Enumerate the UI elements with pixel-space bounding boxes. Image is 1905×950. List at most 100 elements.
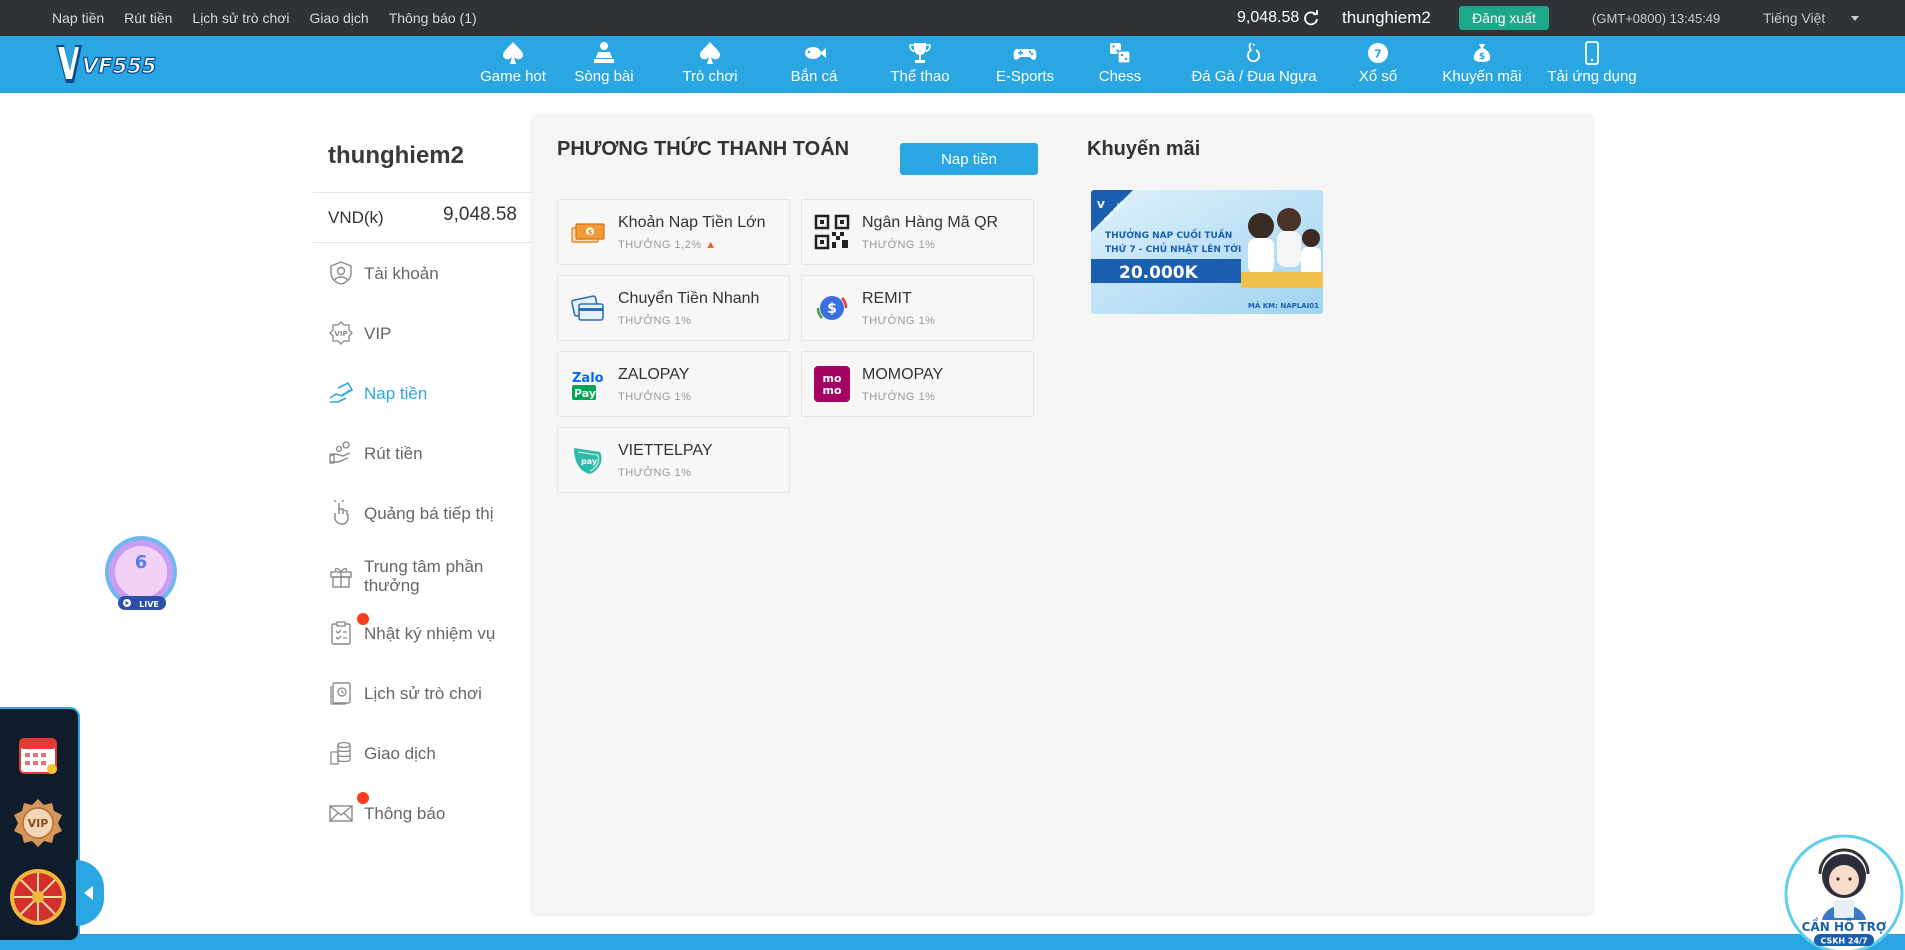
top-link-game-history[interactable]: Lịch sử trò chơi [192, 10, 289, 26]
nav-cockfight-horse[interactable]: Đá Gà / Đua Ngựa [1184, 36, 1324, 93]
phone-icon [1585, 41, 1599, 65]
svg-text:CSKH 24/7: CSKH 24/7 [1820, 937, 1867, 946]
payment-method-viettelpay[interactable]: pay VIETTELPAY THƯỞNG 1% [557, 427, 790, 493]
vip-medal-icon[interactable]: VIP [12, 797, 64, 853]
payment-method-qr-bank[interactable]: Ngân Hàng Mã QR THƯỞNG 1% [801, 199, 1034, 265]
svg-text:$: $ [1479, 52, 1485, 62]
main-nav: VF555 Game hot Sòng bài Trò chơi Bắn cá … [0, 36, 1905, 93]
mail-icon [329, 805, 353, 822]
payment-method-large-deposit[interactable]: $ Khoản Nap Tiền Lớn THƯỞNG 1,2% ▲ [557, 199, 790, 265]
top-link-notifications[interactable]: Thông báo (1) [389, 10, 477, 26]
vf555-logo[interactable]: VF555 [52, 41, 167, 87]
momo-logo-icon: mo mo [814, 366, 850, 402]
sidebar-item-deposit[interactable]: Nap tiền [328, 380, 528, 406]
nav-download-app[interactable]: Tải ứng dụng [1542, 36, 1642, 93]
svg-text:LIVE: LIVE [139, 600, 159, 609]
nav-promotions[interactable]: $ Khuyến mãi [1440, 36, 1524, 93]
divider [313, 242, 531, 243]
payment-method-zalopay[interactable]: Zalo Pay ZALOPAY THƯỞNG 1% [557, 351, 790, 417]
hand-point-icon [333, 500, 349, 525]
coins-icon [330, 741, 351, 765]
fire-icon: ▲ [705, 239, 717, 251]
user-shield-icon [330, 261, 352, 285]
top-link-deposit[interactable]: Nap tiền [52, 10, 104, 26]
sidebar-item-account[interactable]: Tài khoản [328, 260, 528, 286]
svg-text:$: $ [827, 301, 837, 317]
collapse-panel-toggle[interactable] [76, 860, 104, 926]
divider [313, 192, 531, 193]
gift-icon [330, 567, 352, 588]
svg-text:VF555: VF555 [82, 54, 156, 78]
zalopay-logo-icon: Zalo Pay [572, 371, 604, 400]
sidebar-item-withdraw[interactable]: Rút tiền [328, 440, 528, 466]
sidebar-item-affiliate[interactable]: Quảng bá tiếp thị [328, 500, 528, 526]
nav-sports[interactable]: Thể thao [880, 36, 960, 93]
calendar-icon[interactable] [16, 733, 60, 777]
nav-lottery[interactable]: 7 Xổ số [1352, 36, 1404, 93]
sidebar-item-vip[interactable]: VIP VIP [328, 320, 528, 346]
timezone-clock: (GMT+0800) 13:45:49 [1592, 10, 1721, 26]
svg-text:VIP: VIP [334, 330, 347, 338]
qr-code-icon [814, 214, 850, 250]
nav-chess[interactable]: Chess [1090, 36, 1150, 93]
refresh-icon[interactable] [1303, 10, 1319, 26]
deposit-button[interactable]: Nap tiền [900, 143, 1038, 175]
gamepad-icon [1013, 49, 1037, 60]
promo-banner-weekend-deposit[interactable]: V NAP TIỀN THƯỞNG NAP CUỐI TUẦN THỨ 7 - … [1091, 190, 1323, 314]
svg-text:20.000K: 20.000K [1119, 263, 1199, 283]
svg-text:Pay: Pay [574, 387, 596, 400]
svg-text:Zalo: Zalo [572, 371, 604, 386]
sidebar-username: thunghiem2 [328, 142, 464, 169]
svg-text:7: 7 [1374, 48, 1382, 61]
nav-esports[interactable]: E-Sports [987, 36, 1063, 93]
sidebar-item-mission-log[interactable]: Nhật ký nhiệm vụ [328, 620, 528, 646]
cash-stack-icon: $ [571, 223, 605, 243]
trophy-icon [909, 43, 931, 63]
deposit-panel: PHƯƠNG THỨC THANH TOÁN Nap tiền $ Khoản … [532, 114, 1593, 914]
clipboard-icon [331, 621, 351, 645]
lottery-ball-icon: 7 [1368, 43, 1388, 63]
payment-method-momopay[interactable]: mo mo MOMOPAY THƯỞNG 1% [801, 351, 1034, 417]
top-link-transactions[interactable]: Giao dịch [310, 10, 369, 26]
payment-method-fast-transfer[interactable]: Chuyển Tiền Nhanh THƯỞNG 1% [557, 275, 790, 341]
customer-support-button[interactable]: CẦN HỖ TRỢ CSKH 24/7 [1782, 834, 1905, 950]
top-username[interactable]: thunghiem2 [1342, 0, 1431, 36]
nav-casino[interactable]: Sòng bài [572, 36, 636, 93]
svg-text:MÃ KM: NAPLAI01: MÃ KM: NAPLAI01 [1248, 301, 1319, 310]
fish-icon [805, 47, 826, 59]
svg-text:mo: mo [822, 384, 841, 397]
cards-icon [571, 295, 604, 321]
logout-button[interactable]: Đăng xuất [1459, 6, 1549, 30]
vip-badge-icon: VIP [329, 321, 353, 345]
dice-icon [1110, 43, 1131, 64]
remit-dollar-icon: $ [816, 296, 848, 320]
language-selector[interactable]: Tiếng Việt [1763, 0, 1860, 36]
lucky-wheel-icon[interactable] [8, 867, 68, 927]
spade-icon [700, 42, 720, 64]
top-bar: Nap tiền Rút tiền Lịch sử trò chơi Giao … [0, 0, 1905, 36]
money-bag-icon: $ [1473, 44, 1491, 62]
spade-icon [503, 42, 523, 64]
top-balance: 9,048.58 [1237, 0, 1319, 36]
top-links: Nap tiền Rút tiền Lịch sử trò chơi Giao … [52, 0, 477, 36]
live-stream-button[interactable]: 6 LIVE [102, 534, 180, 614]
svg-text:pay: pay [581, 457, 598, 466]
svg-text:$: $ [588, 229, 593, 237]
payment-method-remit[interactable]: $ REMIT THƯỞNG 1% [801, 275, 1034, 341]
svg-text:CẦN HỖ TRỢ: CẦN HỖ TRỢ [1802, 917, 1887, 934]
sidebar-item-game-history[interactable]: Lịch sử trò chơi [328, 680, 528, 706]
nav-fishing[interactable]: Bắn cá [782, 36, 846, 93]
sidebar-item-notifications[interactable]: Thông báo [328, 800, 528, 826]
dealer-icon [594, 42, 614, 63]
top-link-withdraw[interactable]: Rút tiền [124, 10, 172, 26]
footer-bar [0, 934, 1905, 950]
promotions-title: Khuyến mãi [1087, 138, 1201, 160]
withdraw-hand-icon [329, 441, 351, 464]
sidebar-item-rewards-center[interactable]: Trung tâm phần thưởng [328, 557, 528, 595]
svg-text:VIP: VIP [28, 817, 49, 830]
svg-text:V: V [1097, 200, 1105, 211]
sidebar-item-transactions[interactable]: Giao dịch [328, 740, 528, 766]
nav-games[interactable]: Trò chơi [678, 36, 742, 93]
language-label: Tiếng Việt [1763, 10, 1826, 26]
nav-game-hot[interactable]: Game hot [479, 36, 547, 93]
